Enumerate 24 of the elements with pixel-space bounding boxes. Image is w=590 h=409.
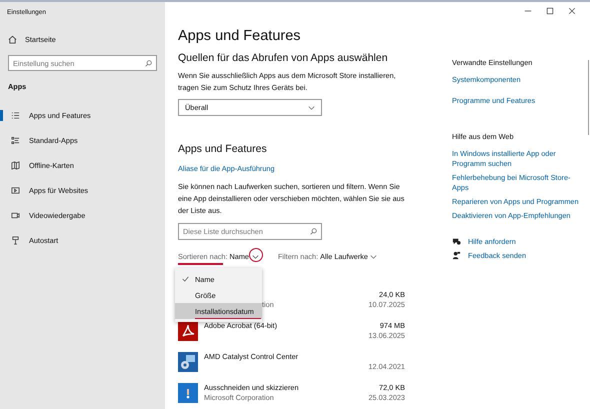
- maximize-icon[interactable]: [546, 7, 554, 15]
- home-icon: [8, 35, 17, 44]
- acrobat-icon: [178, 321, 198, 341]
- defaults-icon: [11, 136, 20, 145]
- web-icon: [11, 186, 20, 195]
- search-icon: [145, 60, 152, 66]
- chevron-down-icon: [308, 106, 315, 110]
- annotation-underline: [178, 263, 223, 264]
- section-heading: Apps und Features: [178, 143, 268, 155]
- annotation-underline: [195, 318, 261, 319]
- video-icon: [11, 211, 20, 220]
- startup-icon: [11, 236, 20, 245]
- search-icon: [310, 228, 317, 234]
- scrollbar[interactable]: [588, 60, 589, 135]
- page-title: Apps und Features: [178, 28, 302, 44]
- person-icon: [452, 251, 461, 260]
- chevron-down-icon[interactable]: [252, 254, 259, 258]
- close-icon[interactable]: [568, 7, 576, 15]
- chat-bubble-icon: [452, 237, 461, 246]
- map-icon: [11, 161, 20, 170]
- annotation-circle: [248, 248, 263, 262]
- section-heading: Quellen für das Abrufen von Apps auswählen: [178, 52, 389, 64]
- chevron-down-icon[interactable]: [370, 254, 377, 258]
- list-icon: [11, 111, 20, 120]
